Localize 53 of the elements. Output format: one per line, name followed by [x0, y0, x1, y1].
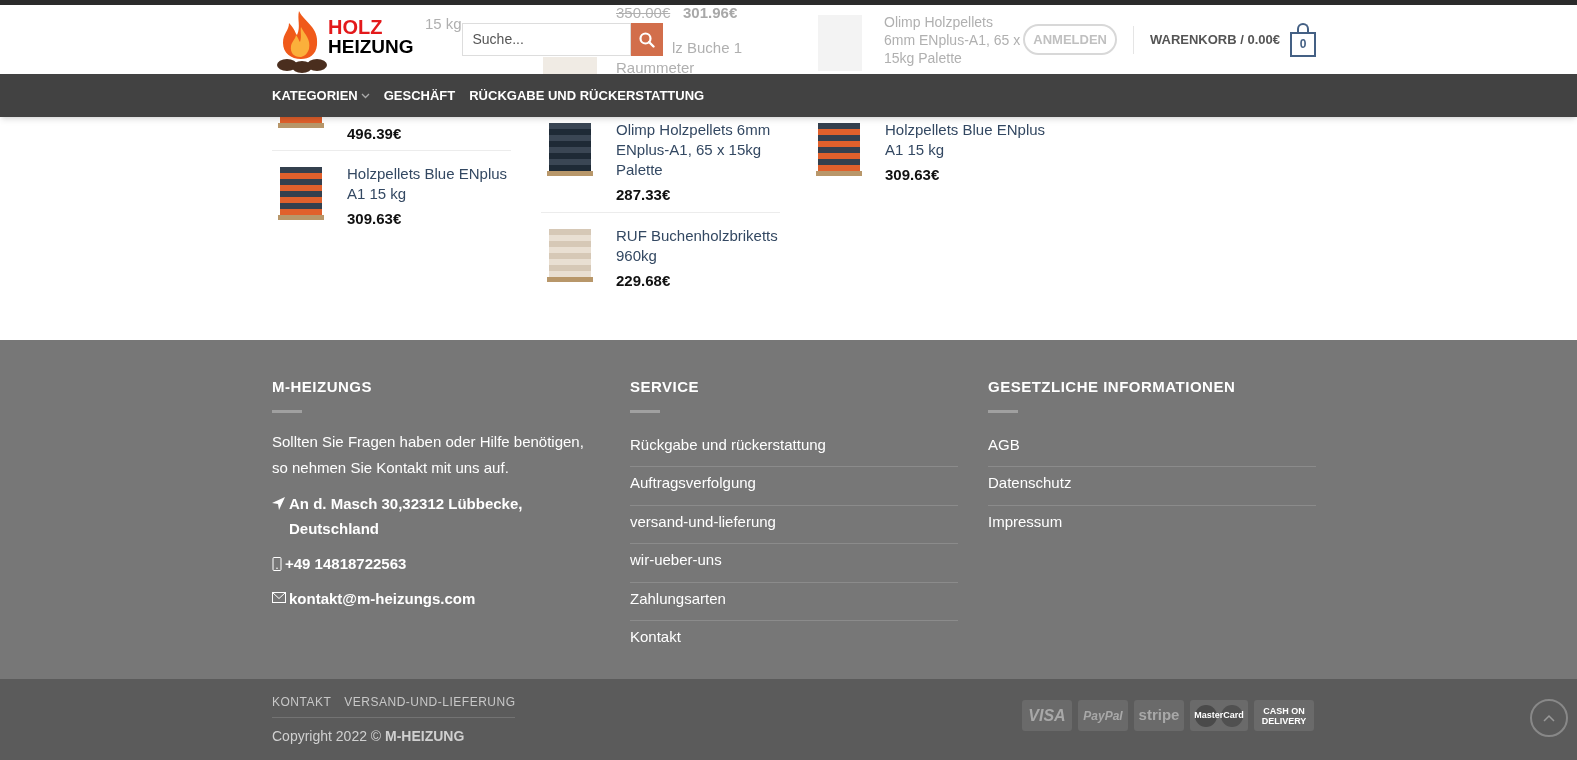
contact-text: +49 14818722563	[285, 553, 408, 574]
footer-link[interactable]: Datenschutz	[988, 467, 1316, 506]
payment-badge: PayPal	[1078, 700, 1128, 731]
search-button[interactable]	[630, 23, 663, 56]
footer-link[interactable]: Rückgabe und rückerstattung	[630, 428, 958, 467]
nav-link[interactable]: GESCHÄFT	[383, 85, 456, 106]
logo-text: HOLZ	[328, 16, 384, 37]
footer-link[interactable]: Auftragsverfolgung	[630, 467, 958, 506]
payment-badge: stripe	[1134, 700, 1184, 731]
footer-heading: M-HEIZUNGS	[272, 377, 373, 397]
product-price: 309.63€	[885, 165, 941, 185]
product-price: 301.96€	[683, 5, 738, 22]
product-name[interactable]: RUF Buchenholzbriketts 960kg	[616, 226, 780, 266]
site-logo[interactable]: HOLZ HEIZUNG	[275, 9, 414, 73]
product-price: 229.68€	[616, 271, 672, 291]
footer-link[interactable]: Impressum	[988, 505, 1316, 544]
footer-heading: GESETZLICHE INFORMATIONEN	[988, 377, 1237, 397]
envelope-icon	[272, 591, 286, 603]
footer-link[interactable]: wir-ueber-uns	[630, 544, 958, 583]
payment-badge: VISA	[1022, 700, 1072, 731]
contact-text: kontakt@m-heizungs.com	[289, 588, 477, 609]
nav-link[interactable]: KATEGORIEN	[272, 85, 370, 106]
caret-up-icon	[1543, 714, 1555, 722]
flame-icon	[275, 9, 327, 73]
product-name[interactable]: Holzpellets Blue ENplus A1 15 kg	[885, 120, 1049, 160]
caret-down-icon	[360, 92, 370, 99]
product-name[interactable]: Holzpellets Blue ENplus A1 15 kg	[347, 164, 511, 204]
logo-text: HEIZUNG	[328, 36, 414, 56]
footer-text: Sollten Sie Fragen haben oder Hilfe benötigen, so nehmen Sie Kontakt mit uns auf.	[272, 431, 585, 478]
back-to-top-button[interactable]	[1530, 699, 1568, 737]
search-icon	[638, 31, 655, 48]
footer-link[interactable]: AGB	[988, 428, 1316, 467]
nav-link[interactable]: RÜCKGABE UND RÜCKERSTATTUNG	[469, 85, 705, 106]
product-price: 287.33€	[616, 185, 672, 205]
search-field[interactable]: Suche...	[461, 23, 631, 56]
payment-badge: CASH ON DELIVERY	[1254, 700, 1314, 731]
footer-link[interactable]: versand-und-lieferung	[630, 505, 958, 544]
contact-text: An d. Masch 30,32312 Lübbecke, Deutschland	[289, 493, 524, 539]
old-price: 350.00€	[616, 5, 671, 22]
footer-link[interactable]: Kontakt	[630, 621, 958, 660]
product-name[interactable]: Olimp Holzpellets 6mm ENplus-A1, 65 x 15kg Palette	[616, 120, 780, 180]
location-arrow-icon	[272, 496, 286, 510]
payment-badge: MasterCard	[1190, 700, 1248, 731]
product-image	[543, 57, 597, 74]
product-price: 496.39€	[347, 124, 402, 144]
product-price: 309.63€	[347, 209, 403, 229]
footer-link[interactable]: VERSAND-UND-LIEFERUNG	[344, 693, 516, 711]
cart-link[interactable]: WARENKORB / 0.00€	[1149, 29, 1280, 50]
phone-icon	[272, 556, 282, 571]
footer-link[interactable]: Zahlungsarten	[630, 582, 958, 621]
footer-heading: SERVICE	[630, 377, 701, 397]
footer-link[interactable]: KONTAKT	[272, 693, 332, 711]
copyright-text: Copyright 2022 © M-HEIZUNG	[272, 727, 466, 746]
